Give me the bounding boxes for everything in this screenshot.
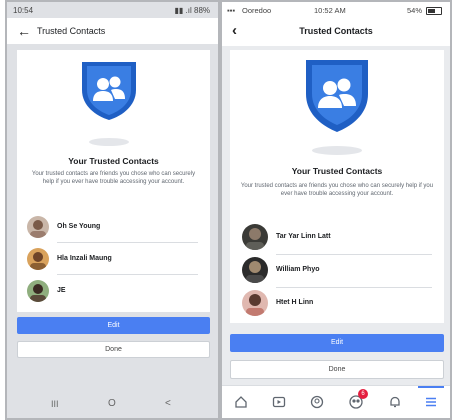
contact-name: JE [57, 287, 66, 294]
bell-icon[interactable] [388, 395, 402, 409]
status-bar: 10:54 ▮▮ .ıl 88% [7, 2, 218, 18]
trusted-contacts-card: Your Trusted Contacts Your trusted conta… [230, 50, 444, 323]
person-photo-icon [246, 261, 264, 283]
shield-people-icon [306, 60, 368, 132]
shield-people-icon [82, 62, 136, 120]
back-arrow-icon[interactable]: ← [17, 23, 31, 39]
trusted-contacts-heading: Your Trusted Contacts [68, 156, 159, 166]
header-title: Trusted Contacts [299, 26, 373, 36]
recent-apps-icon[interactable]: III [51, 399, 59, 409]
facebook-tab-bar: 6 [222, 385, 450, 418]
android-screenshot: 10:54 ▮▮ .ıl 88% ← Trusted Contacts Your… [5, 0, 220, 420]
contact-row[interactable]: William Phyo [230, 255, 444, 288]
contact-avatar [242, 290, 268, 316]
divider [57, 274, 198, 275]
home-icon[interactable] [234, 395, 248, 409]
trusted-contacts-description: Your trusted contacts are friends you ch… [240, 183, 434, 198]
done-button[interactable]: Done [230, 360, 444, 379]
battery-percent: 54% [406, 6, 422, 15]
contact-name: Htet H Linn [276, 299, 314, 306]
contact-name: William Phyo [276, 266, 320, 273]
signal-icon: ▪▪▪ [227, 6, 235, 15]
contact-name: Tar Yar Linn Latt [276, 233, 331, 240]
contact-row[interactable]: Htet H Linn [230, 288, 444, 318]
notification-badge: 6 [358, 389, 368, 399]
contact-row[interactable]: Oh Se Young [17, 214, 210, 243]
person-photo-icon [246, 294, 264, 316]
contact-name: Oh Se Young [57, 223, 101, 230]
trusted-contacts-heading: Your Trusted Contacts [291, 166, 383, 176]
edit-button[interactable]: Edit [17, 317, 210, 334]
person-photo-icon [30, 220, 46, 238]
contact-avatar [27, 248, 49, 270]
person-photo-icon [30, 284, 46, 302]
shield-shadow [89, 138, 129, 146]
profile-icon[interactable] [310, 395, 324, 409]
battery-level [428, 9, 435, 13]
person-photo-icon [246, 228, 264, 250]
back-icon[interactable]: < [165, 398, 171, 409]
status-bar: ▪▪▪ Ooredoo 10:52 AM 54% [222, 2, 450, 18]
contact-avatar [27, 216, 49, 238]
trusted-contacts-card: Your Trusted Contacts Your trusted conta… [17, 50, 210, 312]
edit-button[interactable]: Edit [230, 334, 444, 352]
header-bar: ← Trusted Contacts [7, 18, 218, 44]
contact-avatar [242, 257, 268, 283]
done-button[interactable]: Done [17, 341, 210, 358]
person-photo-icon [30, 252, 46, 270]
contact-avatar [242, 224, 268, 250]
header-area: ▪▪▪ Ooredoo 10:52 AM 54% ‹ Trusted Conta… [222, 2, 450, 46]
contact-row[interactable]: JE [17, 278, 210, 304]
shield-shadow [312, 146, 362, 155]
android-nav-bar: III O < [7, 392, 218, 418]
carrier-name: Ooredoo [242, 6, 272, 15]
header-title: Trusted Contacts [37, 26, 106, 36]
status-indicators: ▮▮ .ıl 88% [174, 6, 210, 15]
status-time: 10:52 AM [314, 6, 346, 15]
contact-row[interactable]: Hla Inzali Maung [17, 246, 210, 275]
battery-icon [426, 7, 442, 15]
contact-row[interactable]: Tar Yar Linn Latt [230, 222, 444, 255]
menu-icon[interactable] [424, 395, 438, 409]
trusted-contacts-description: Your trusted contacts are friends you ch… [31, 171, 196, 186]
ios-screenshot: ▪▪▪ Ooredoo 10:52 AM 54% ‹ Trusted Conta… [220, 0, 452, 420]
status-time: 10:54 [13, 6, 34, 15]
divider [57, 242, 198, 243]
watch-video-icon[interactable] [272, 395, 286, 409]
home-icon[interactable]: O [108, 398, 116, 409]
active-tab-indicator [418, 386, 444, 388]
contact-name: Hla Inzali Maung [57, 255, 112, 262]
contact-avatar [27, 280, 49, 302]
